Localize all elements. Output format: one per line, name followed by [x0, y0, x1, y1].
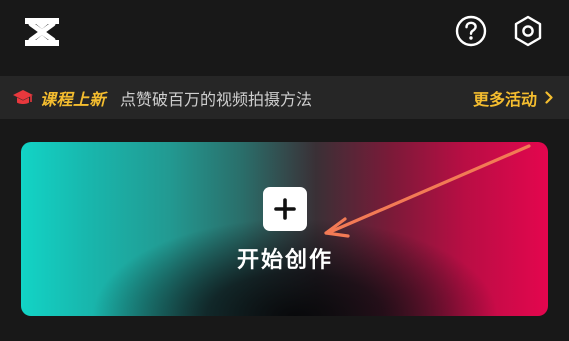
graduation-cap-icon	[13, 89, 33, 104]
hexagon-gear-icon	[514, 15, 542, 47]
plus-icon	[274, 198, 296, 220]
start-creating-label: 开始创作	[236, 248, 333, 273]
settings-button[interactable]	[511, 14, 545, 48]
help-button[interactable]	[454, 14, 488, 48]
question-circle-icon	[455, 15, 487, 47]
more-activities-label: 更多活动	[472, 89, 537, 109]
banner-text: 点赞破百万的视频拍摄方法	[120, 89, 313, 109]
capcut-logo-icon	[25, 18, 59, 46]
chevron-right-icon	[545, 91, 553, 104]
course-banner[interactable]: 课程上新 点赞破百万的视频拍摄方法 更多活动	[0, 76, 569, 119]
banner-tag: 课程上新	[40, 89, 107, 109]
more-activities-link[interactable]: 更多活动	[473, 86, 553, 110]
new-project-button[interactable]	[263, 187, 307, 231]
